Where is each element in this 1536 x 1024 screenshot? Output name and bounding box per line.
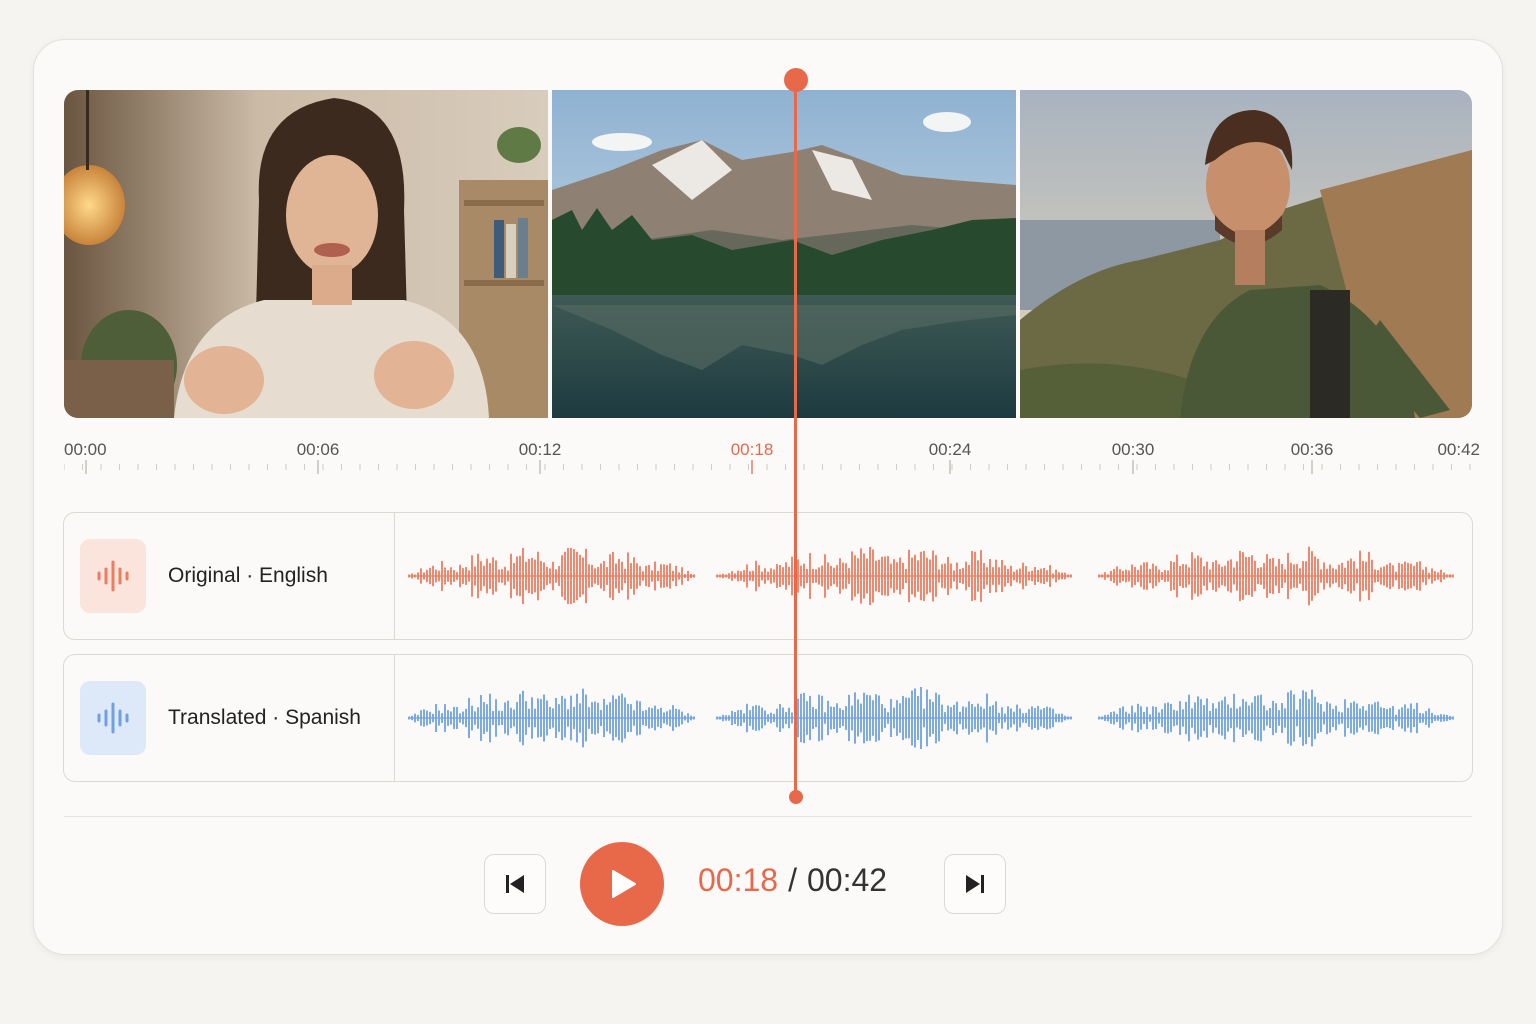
video-filmstrip[interactable] bbox=[64, 90, 1472, 418]
waveform-original[interactable] bbox=[395, 513, 1472, 639]
skip-previous-button[interactable] bbox=[484, 854, 546, 914]
time-display: 00:18/00:42 bbox=[698, 862, 887, 899]
tick-label: 00:42 bbox=[1437, 440, 1480, 459]
clip-thumbnail-woman-speaking[interactable] bbox=[64, 90, 548, 418]
track-label: Original · English bbox=[168, 564, 328, 587]
total-time: 00:42 bbox=[806, 862, 888, 898]
tick-label: 00:30 bbox=[1111, 440, 1155, 459]
audio-track-original[interactable]: Original · English bbox=[63, 512, 1473, 640]
tick-label: 00:00 bbox=[64, 440, 107, 459]
skip-next-icon bbox=[966, 875, 984, 893]
ruler-ticks bbox=[64, 460, 1471, 474]
tick-label-current: 00:18 bbox=[730, 440, 774, 459]
play-button[interactable] bbox=[580, 842, 664, 926]
waveform-translated[interactable] bbox=[395, 655, 1472, 781]
track-label: Translated · Spanish bbox=[168, 706, 361, 729]
track-header: Translated · Spanish bbox=[64, 655, 395, 781]
audio-waveform-icon bbox=[80, 681, 146, 755]
tick-label: 00:06 bbox=[296, 440, 340, 459]
time-separator: / bbox=[788, 862, 797, 898]
divider bbox=[64, 816, 1472, 817]
audio-track-translated[interactable]: Translated · Spanish bbox=[63, 654, 1473, 782]
current-time: 00:18 bbox=[698, 862, 779, 898]
timeline-ruler[interactable]: 00:00 00:06 00:12 00:18 00:24 00:30 00:3… bbox=[64, 436, 1480, 476]
tick-label: 00:36 bbox=[1290, 440, 1334, 459]
skip-previous-icon bbox=[506, 875, 524, 893]
track-header: Original · English bbox=[64, 513, 395, 639]
tick-label: 00:12 bbox=[518, 440, 562, 459]
clip-thumbnail-mountain-lake[interactable] bbox=[552, 90, 1016, 418]
tick-label: 00:24 bbox=[928, 440, 972, 459]
play-icon bbox=[612, 870, 636, 898]
clip-thumbnail-hiker-coast[interactable] bbox=[1020, 90, 1472, 418]
audio-waveform-icon bbox=[80, 539, 146, 613]
skip-next-button[interactable] bbox=[944, 854, 1006, 914]
